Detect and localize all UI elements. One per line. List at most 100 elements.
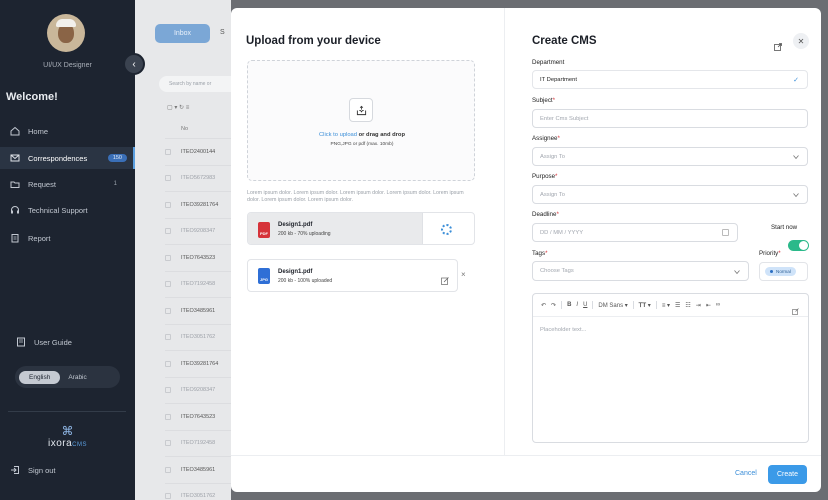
row-checkbox[interactable]	[165, 440, 171, 446]
file-meta: 200 kb - 70% uploading	[278, 231, 331, 237]
deadline-input[interactable]: DD / MM / YYYY	[532, 223, 738, 242]
sign-out-icon	[10, 465, 20, 475]
edit-icon[interactable]	[441, 272, 449, 285]
redo-icon[interactable]: ↷	[551, 302, 556, 309]
tags-select[interactable]: Choose Tags	[532, 261, 749, 281]
upload-panel: Upload from your device Click to upload …	[231, 8, 504, 455]
table-row[interactable]: ITEO5672983	[165, 164, 231, 191]
start-now-toggle[interactable]	[788, 240, 809, 251]
font-family-select[interactable]: DM Sans ▾	[598, 302, 627, 309]
row-checkbox[interactable]	[165, 307, 171, 314]
language-arabic[interactable]: Arabic	[60, 371, 94, 384]
row-checkbox[interactable]	[165, 201, 171, 208]
table-row[interactable]: ITEO3485961	[165, 456, 231, 482]
sidebar-divider	[8, 411, 126, 412]
row-id: ITEO5672983	[181, 175, 216, 181]
sidebar: UI/UX Designer Welcome! Home Corresponde…	[0, 0, 135, 500]
numbered-list-icon[interactable]: ☷	[685, 302, 690, 309]
editor-toolbar: ↶ ↷ B I U DM Sans ▾ ꓔT ▾ ≡ ▾ ☰ ☷ ⇥ ⇤ ∞	[541, 301, 720, 309]
tags-label: Tags*	[532, 250, 548, 257]
rich-text-editor[interactable]: ↶ ↷ B I U DM Sans ▾ ꓔT ▾ ≡ ▾ ☰ ☷ ⇥ ⇤ ∞ P…	[532, 293, 809, 443]
table-row[interactable]: ITEO9208347	[165, 376, 231, 403]
sign-out-button[interactable]: Sign out	[10, 465, 56, 475]
indent-icon[interactable]: ⇥	[696, 302, 701, 309]
underline-icon[interactable]: U	[583, 302, 587, 308]
remove-file-icon[interactable]: ×	[461, 270, 466, 279]
row-checkbox[interactable]	[165, 466, 171, 473]
bullet-list-icon[interactable]: ☰	[675, 302, 680, 309]
table-row[interactable]: ITEO7192458	[165, 429, 231, 456]
tab-inbox[interactable]: Inbox	[155, 24, 210, 43]
row-checkbox[interactable]	[165, 228, 171, 234]
assignee-placeholder: Assign To	[540, 153, 566, 160]
table-row[interactable]: ITEO3051762	[165, 482, 231, 500]
undo-icon[interactable]: ↶	[541, 302, 546, 309]
close-icon: ✕	[797, 36, 805, 46]
department-label: Department	[532, 59, 565, 66]
create-button[interactable]: Create	[768, 465, 807, 484]
priority-select[interactable]: Normal	[759, 262, 808, 281]
assignee-select[interactable]: Assign To	[532, 147, 808, 166]
row-checkbox[interactable]	[165, 413, 171, 420]
table-row[interactable]: ITEO7643523	[165, 403, 231, 429]
text-size-icon[interactable]: ꓔT ▾	[639, 302, 651, 309]
tab-second[interactable]: S	[220, 29, 225, 36]
jpg-file-icon: JPG	[258, 268, 270, 284]
close-button[interactable]: ✕	[793, 33, 809, 49]
sidebar-item-label: Request	[28, 179, 56, 189]
row-checkbox[interactable]	[165, 148, 171, 155]
table-tools[interactable]: ▢ ▾ ↻ ≡	[167, 104, 189, 111]
table-row[interactable]: ITEO7192458	[165, 270, 231, 297]
table-row[interactable]: ITEO39281764	[165, 191, 231, 217]
cancel-button[interactable]: Cancel	[735, 470, 757, 477]
sidebar-item-technical-support[interactable]: Technical Support	[0, 199, 135, 221]
sidebar-item-report[interactable]: Report	[0, 227, 135, 249]
click-to-upload-link[interactable]: Click to upload	[319, 132, 357, 138]
purpose-select[interactable]: Assign To	[532, 185, 808, 204]
language-english[interactable]: English	[19, 370, 61, 384]
table-row[interactable]: ITEO2400144	[165, 138, 231, 164]
italic-icon[interactable]: I	[576, 302, 578, 308]
department-select[interactable]: IT Department ✓	[532, 70, 808, 89]
row-checkbox[interactable]	[165, 360, 171, 367]
language-switch: English Arabic	[15, 366, 120, 388]
start-now-label: Start now	[771, 224, 798, 231]
expand-icon[interactable]	[792, 302, 799, 315]
align-icon[interactable]: ≡ ▾	[662, 302, 670, 309]
row-checkbox[interactable]	[165, 493, 171, 499]
outdent-icon[interactable]: ⇤	[706, 302, 711, 309]
logo-text: ixora	[47, 438, 73, 449]
bold-icon[interactable]: B	[567, 302, 571, 308]
user-guide-link[interactable]: User Guide	[16, 337, 72, 347]
search-input[interactable]: Search by name or	[159, 76, 239, 92]
row-checkbox[interactable]	[165, 387, 171, 393]
welcome-heading: Welcome!	[6, 91, 58, 103]
row-id: ITEO3485961	[181, 307, 216, 314]
row-checkbox[interactable]	[165, 175, 171, 181]
file-dropzone[interactable]: Click to upload or drag and drop PNG,JPG…	[247, 60, 475, 181]
file-name: Design1.pdf	[278, 222, 313, 228]
table-row[interactable]: ITEO3051762	[165, 323, 231, 350]
table-row[interactable]: ITEO7643523	[165, 244, 231, 270]
upload-hint: PNG,JPG or pdf (max. 10mb)	[330, 142, 394, 147]
priority-value: Normal	[776, 269, 791, 274]
sidebar-collapse-button[interactable]: ‹	[123, 53, 145, 75]
subject-input[interactable]: Enter Cms Subject	[532, 109, 808, 128]
sidebar-item-request[interactable]: Request 1	[0, 173, 135, 195]
sidebar-item-correspondences[interactable]: Correspondences 150	[0, 147, 135, 169]
row-checkbox[interactable]	[165, 281, 171, 287]
table-row[interactable]: ITEO3485961	[165, 297, 231, 323]
row-checkbox[interactable]	[165, 254, 171, 261]
table-row[interactable]: ITEO9208347	[165, 217, 231, 244]
table-row[interactable]: ITEO39281764	[165, 350, 231, 376]
row-id: ITEO39281764	[181, 201, 219, 208]
row-checkbox[interactable]	[165, 334, 171, 340]
calendar-icon[interactable]	[722, 229, 729, 236]
link-icon[interactable]: ∞	[716, 302, 720, 308]
upload-description: Lorem ipsum dolor. Lorem ipsum dolor. Lo…	[247, 190, 464, 203]
avatar[interactable]	[47, 14, 85, 52]
deadline-placeholder: DD / MM / YYYY	[540, 229, 584, 236]
sidebar-item-home[interactable]: Home	[0, 120, 135, 142]
deadline-label: Deadline*	[532, 211, 559, 218]
open-external-icon[interactable]	[774, 38, 782, 51]
